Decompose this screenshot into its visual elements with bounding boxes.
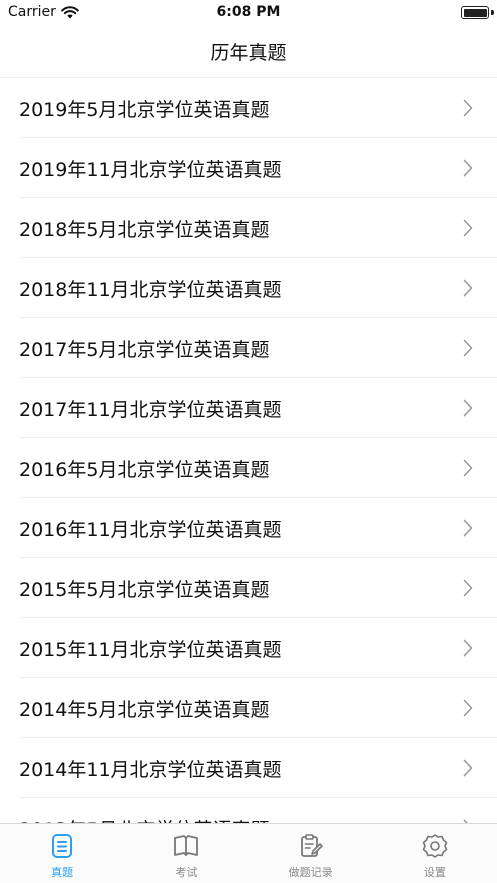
chevron-right-icon: [463, 759, 473, 777]
tab-label: 做题记录: [288, 866, 333, 879]
chevron-right-icon: [463, 699, 473, 717]
list-item[interactable]: 2016年11月北京学位英语真题: [0, 498, 497, 558]
list-item[interactable]: 2013年5月北京学位英语真题: [0, 798, 497, 823]
chevron-right-icon: [463, 639, 473, 657]
battery-icon: [461, 6, 489, 19]
list-item-label: 2014年11月北京学位英语真题: [19, 758, 282, 781]
exam-list[interactable]: 2019年5月北京学位英语真题 2019年11月北京学位英语真题 2018年5月…: [0, 78, 497, 823]
gear-icon: [422, 834, 448, 858]
list-item-label: 2018年11月北京学位英语真题: [19, 278, 282, 301]
list-item[interactable]: 2019年5月北京学位英语真题: [0, 78, 497, 138]
chevron-right-icon: [463, 579, 473, 597]
chevron-right-icon: [463, 219, 473, 237]
tab-label: 设置: [423, 866, 446, 879]
tab-practice-record[interactable]: 做题记录: [249, 824, 373, 883]
list-item[interactable]: 2017年5月北京学位英语真题: [0, 318, 497, 378]
status-bar: Carrier 6:08 PM: [0, 0, 497, 26]
list-item-label: 2019年5月北京学位英语真题: [19, 98, 270, 121]
list-item-label: 2014年5月北京学位英语真题: [19, 698, 270, 721]
list-item[interactable]: 2017年11月北京学位英语真题: [0, 378, 497, 438]
book-icon: [174, 835, 199, 856]
list-item[interactable]: 2015年5月北京学位英语真题: [0, 558, 497, 618]
edit-record-icon: [300, 834, 323, 857]
tab-exam[interactable]: 考试: [124, 824, 248, 883]
tab-settings[interactable]: 设置: [373, 824, 497, 883]
tab-exam-papers[interactable]: 真题: [0, 824, 124, 883]
list-item-label: 2015年5月北京学位英语真题: [19, 578, 270, 601]
list-item-label: 2016年11月北京学位英语真题: [19, 518, 282, 541]
battery-level: [463, 8, 487, 17]
chevron-right-icon: [463, 519, 473, 537]
tab-label: 考试: [175, 866, 198, 879]
list-item[interactable]: 2018年5月北京学位英语真题: [0, 198, 497, 258]
chevron-right-icon: [463, 159, 473, 177]
list-item-label: 2017年5月北京学位英语真题: [19, 338, 270, 361]
tab-label: 真题: [51, 866, 74, 879]
list-item[interactable]: 2014年5月北京学位英语真题: [0, 678, 497, 738]
list-item[interactable]: 2016年5月北京学位英语真题: [0, 438, 497, 498]
chevron-right-icon: [463, 339, 473, 357]
battery-tip: [491, 10, 494, 15]
list-item-label: 2018年5月北京学位英语真题: [19, 218, 270, 241]
list-item-label: 2013年5月北京学位英语真题: [0, 815, 269, 824]
list-item-label: 2017年11月北京学位英语真题: [19, 398, 282, 421]
chevron-right-icon: [463, 459, 473, 477]
chevron-right-icon: [463, 399, 473, 417]
list-item[interactable]: 2018年11月北京学位英语真题: [0, 258, 497, 318]
list-item[interactable]: 2019年11月北京学位英语真题: [0, 138, 497, 198]
list-item[interactable]: 2014年11月北京学位英语真题: [0, 738, 497, 798]
status-time: 6:08 PM: [216, 4, 281, 20]
page-title: 历年真题: [210, 42, 287, 64]
document-icon: [52, 834, 73, 858]
chevron-right-icon: [463, 279, 473, 297]
navigation-bar: 历年真题: [0, 26, 497, 78]
list-item-label: 2016年5月北京学位英语真题: [19, 458, 270, 481]
list-item-label: 2019年11月北京学位英语真题: [19, 158, 282, 181]
list-item-label: 2015年11月北京学位英语真题: [19, 638, 282, 661]
tab-bar: 真题 考试 做题记录 设置: [0, 823, 497, 883]
list-item[interactable]: 2015年11月北京学位英语真题: [0, 618, 497, 678]
chevron-right-icon: [463, 99, 473, 117]
